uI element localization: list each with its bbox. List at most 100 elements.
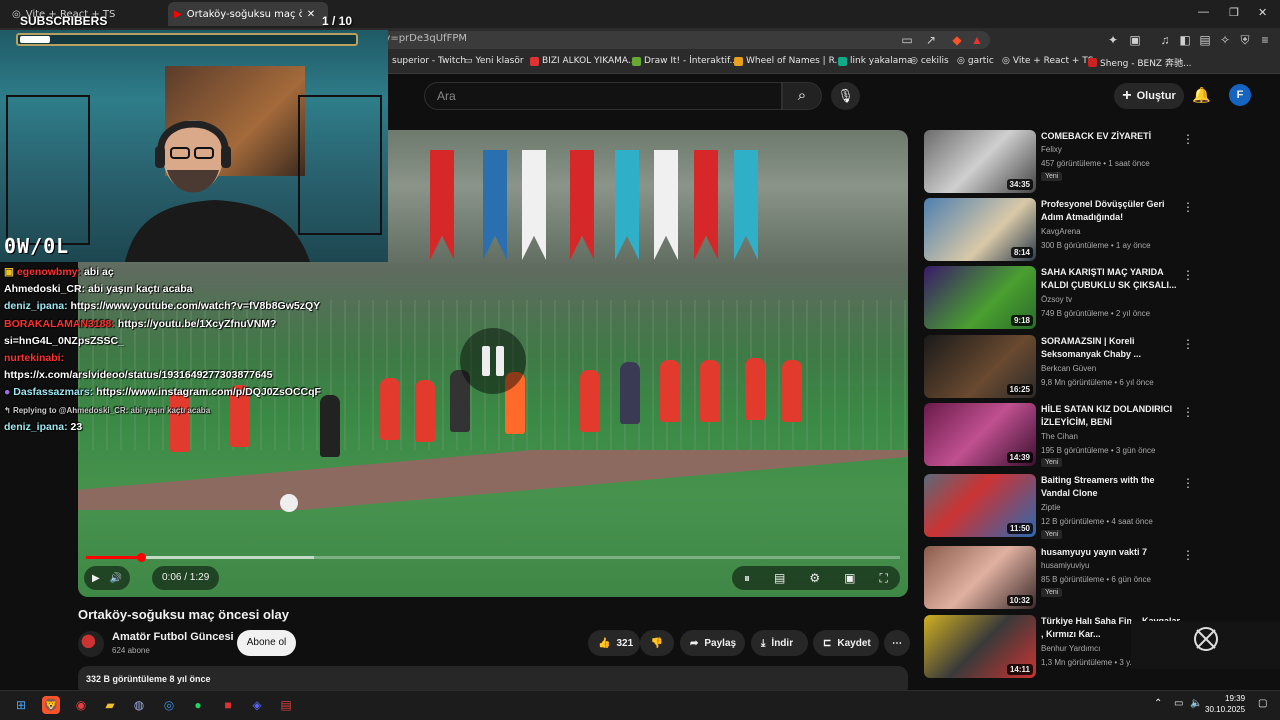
bookmark-item[interactable]: ◎ gartic (957, 56, 994, 66)
steam-icon[interactable]: ◍ (130, 696, 148, 714)
network-icon[interactable]: ▭ (1174, 698, 1183, 709)
menu-icon[interactable]: ≡ (1258, 33, 1272, 47)
favicon-icon (530, 56, 539, 66)
more-vertical-icon[interactable]: ⋮ (1182, 405, 1194, 419)
recommendation-item[interactable]: 14:39 HİLE SATAN KIZ DOLANDIRICI İZLEYİC… (924, 403, 1274, 467)
obs-icon[interactable]: ▤ (277, 696, 295, 714)
download-button[interactable]: ⤓ İndir (751, 630, 808, 656)
avatar[interactable]: F (1229, 84, 1251, 106)
dislike-button[interactable]: 👎 (640, 630, 674, 656)
video-thumbnail[interactable]: 14:11 (924, 615, 1036, 678)
create-button[interactable]: + Oluştur (1114, 83, 1184, 109)
bookmark-folder[interactable]: ▭ Yeni klasör (464, 56, 524, 66)
bookmark-item[interactable]: BIZI ALKOL YIKAMA... (530, 56, 636, 66)
share-arrow-icon: ➦ (690, 637, 699, 649)
fullscreen-icon[interactable]: ⛶ (880, 571, 888, 586)
autoplay-toggle-icon[interactable]: ⏸ (744, 571, 750, 586)
youtube-icon: ▶ (174, 8, 182, 20)
search-button[interactable]: ⌕ (782, 82, 822, 110)
share-icon[interactable]: ↗ (924, 33, 938, 47)
spotify-icon[interactable]: ● (189, 696, 207, 714)
more-vertical-icon[interactable]: ⋮ (1182, 132, 1194, 146)
time-display: 0:06 / 1:29 (152, 566, 220, 590)
pause-overlay-icon[interactable] (460, 328, 526, 394)
valorant-icon[interactable]: ◉ (72, 696, 90, 714)
minimize-icon[interactable]: — (1198, 6, 1209, 18)
discord-icon[interactable]: ◈ (248, 696, 266, 714)
miniplayer-icon[interactable]: ▣ (844, 571, 855, 585)
video-thumbnail[interactable]: 10:32 (924, 546, 1036, 609)
footballer (782, 360, 802, 422)
bookmark-item[interactable]: Sheng - BENZ 奔驰... (1088, 56, 1192, 69)
cast-icon[interactable]: ▭ (900, 33, 914, 47)
close-window-icon[interactable]: ✕ (1258, 6, 1267, 19)
chevron-up-icon[interactable]: ⌃ (1154, 698, 1162, 709)
recommendation-item[interactable]: 9:18 SAHA KARIŞTI MAÇ YARIDA KALDI ÇUBUK… (924, 266, 1274, 330)
recommendation-item[interactable]: 16:25 SORAMAZSIN | Koreli Seksomanyak Ch… (924, 335, 1274, 399)
leo-icon[interactable]: ✧ (1218, 33, 1232, 47)
video-thumbnail[interactable]: 14:39 (924, 403, 1036, 466)
save-button[interactable]: ⊏ Kaydet (813, 630, 879, 656)
bookmark-item[interactable]: link yakalama (838, 56, 913, 66)
channel-avatar[interactable] (78, 631, 104, 657)
more-vertical-icon[interactable]: ⋮ (1182, 548, 1194, 562)
notifications-bell-icon[interactable]: 🔔 (1192, 86, 1211, 104)
play-icon[interactable]: ▶ (92, 573, 100, 584)
subtitles-icon[interactable]: ▤ (774, 571, 785, 585)
volume-tray-icon[interactable]: 🔈 (1190, 698, 1202, 709)
bookmark-item[interactable]: Draw It! - İnteraktif... (632, 56, 738, 66)
brave-browser-icon[interactable]: 🦁 (42, 696, 60, 714)
subscribe-button[interactable]: Abone ol (237, 630, 296, 656)
more-vertical-icon[interactable]: ⋮ (1182, 268, 1194, 282)
bookmark-item[interactable]: Wheel of Names | R... (734, 56, 843, 66)
more-actions-button[interactable]: ⋯ (884, 630, 910, 656)
volume-icon[interactable]: 🔊 (110, 573, 122, 584)
search-input[interactable]: Ara (424, 82, 782, 110)
extensions-icon[interactable]: ✦ (1106, 33, 1120, 47)
more-vertical-icon[interactable]: ⋮ (1182, 476, 1194, 490)
bookmark-item[interactable]: ◎ cekilis (910, 56, 949, 66)
vpn-icon[interactable]: ⛨ (1238, 33, 1252, 47)
recommendation-item[interactable]: 34:35 COMEBACK EV ZİYARETİ Felixy 457 gö… (924, 130, 1274, 194)
settings-gear-icon[interactable]: ⚙ (809, 571, 820, 585)
brave-shield-icon[interactable]: ◆ (950, 33, 964, 47)
video-thumbnail[interactable]: 34:35 (924, 130, 1036, 193)
channel-name[interactable]: Amatör Futbol Güncesi (112, 631, 234, 643)
video-title: Ortaköy-soğuksu maç öncesi olay (78, 607, 289, 622)
maximize-icon[interactable]: ❐ (1229, 6, 1239, 19)
windows-start-icon[interactable]: ⊞ (12, 696, 30, 714)
file-explorer-icon[interactable]: ▰ (101, 696, 119, 714)
app-icon[interactable]: ◎ (160, 696, 178, 714)
share-button[interactable]: ➦ Paylaş (680, 630, 745, 656)
more-vertical-icon[interactable]: ⋮ (1182, 200, 1194, 214)
chat-message: ▣ egenowbmy: abi aç (4, 266, 114, 278)
app-icon[interactable]: ■ (219, 696, 237, 714)
rewards-icon[interactable]: ▲ (970, 33, 984, 47)
wallet-icon[interactable]: ▤ (1198, 33, 1212, 47)
favicon-icon (1088, 58, 1097, 67)
sidebar-icon[interactable]: ▣ (1128, 33, 1142, 47)
bookmark-item[interactable]: ◎ Vite + React + TS (1002, 56, 1094, 66)
video-thumbnail[interactable]: 16:25 (924, 335, 1036, 398)
player-right-controls: ⏸ ▤ ⚙ ▣ ⛶ (732, 566, 900, 590)
recommendation-item[interactable]: 8:14 Profesyonel Dövüşçüler Geri Adım At… (924, 198, 1274, 262)
close-icon[interactable]: ✕ (307, 9, 315, 20)
system-clock[interactable]: 19:39 30.10.2025 (1205, 693, 1245, 715)
video-thumbnail[interactable]: 9:18 (924, 266, 1036, 329)
more-vertical-icon[interactable]: ⋮ (1182, 337, 1194, 351)
video-thumbnail[interactable]: 8:14 (924, 198, 1036, 261)
recommendation-item[interactable]: 10:32 husamyuyu yayın vakti 7 husamiyuvi… (924, 546, 1274, 610)
like-button[interactable]: 👍 321 (588, 630, 640, 656)
notification-center-icon[interactable]: ▢ (1258, 698, 1267, 709)
stream-corner-logo (1131, 621, 1280, 669)
panel-icon[interactable]: ◧ (1178, 33, 1192, 47)
progress-scrubber[interactable] (136, 553, 146, 562)
bookmark-item[interactable]: superior - Twitch (392, 56, 466, 66)
music-icon[interactable]: ♫ (1158, 33, 1172, 47)
video-thumbnail[interactable]: 11:50 (924, 474, 1036, 537)
badge-icon: ● (4, 386, 11, 399)
voice-search-button[interactable]: 🎙 (831, 82, 860, 110)
recommendation-item[interactable]: 11:50 Baiting Streamers with the Vandal … (924, 474, 1274, 539)
chat-overlay: ▣ egenowbmy: abi aç Ahmedoski_CR: abi ya… (4, 264, 354, 436)
tab-youtube[interactable]: ▶ Ortaköy-soğuksu maç öncesi ✕ (168, 2, 328, 26)
